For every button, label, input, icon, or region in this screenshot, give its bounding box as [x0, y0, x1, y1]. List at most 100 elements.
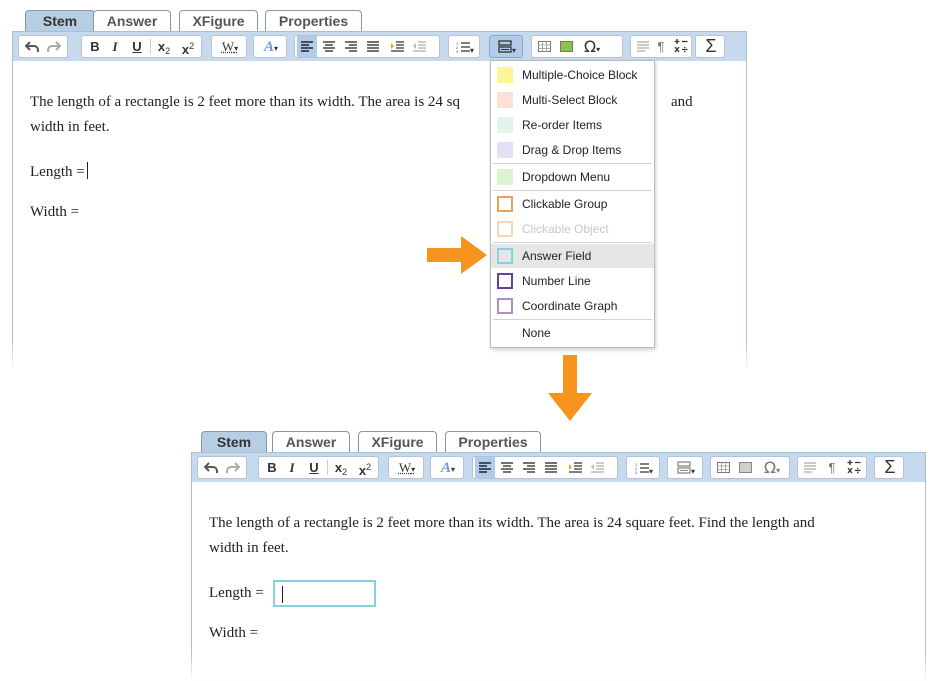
- align-left-button[interactable]: [297, 36, 317, 57]
- menu-label: Coordinate Graph: [522, 299, 618, 313]
- swatch-icon: [497, 142, 513, 158]
- outdent-icon: [412, 41, 426, 52]
- table-button[interactable]: [534, 36, 554, 57]
- math-operators-icon: [674, 39, 688, 53]
- equation-button[interactable]: Σ: [699, 36, 723, 57]
- menu-item-multiple-choice[interactable]: Multiple-Choice Block: [491, 63, 654, 87]
- font-color-dropdown[interactable]: A▾: [433, 457, 463, 478]
- menu-label: Multi-Select Block: [522, 93, 618, 107]
- menu-label: Dropdown Menu: [522, 170, 611, 184]
- numbered-list-dropdown[interactable]: 1 2 3 ▾: [451, 36, 479, 57]
- italic-button[interactable]: I: [105, 36, 125, 57]
- menu-item-clickable-group[interactable]: Clickable Group: [491, 192, 654, 216]
- menu-item-answer-field[interactable]: Answer Field: [491, 244, 654, 268]
- subscript-button[interactable]: x2: [153, 36, 175, 57]
- arrow-down-icon: [548, 355, 592, 421]
- alignment-group: [472, 456, 618, 479]
- table-button[interactable]: [713, 457, 733, 478]
- equation-group: Σ: [695, 35, 725, 58]
- superscript-button[interactable]: x2: [354, 457, 376, 478]
- interaction-block-dropdown[interactable]: ▾: [670, 457, 702, 478]
- math-operators-button[interactable]: [671, 36, 691, 57]
- pilcrow-button[interactable]: ¶: [822, 457, 842, 478]
- length-line: Length =: [30, 160, 88, 185]
- tab-xfigure[interactable]: XFigure: [358, 431, 437, 453]
- tab-xfigure[interactable]: XFigure: [179, 10, 258, 32]
- tab-stem[interactable]: Stem: [25, 10, 95, 33]
- equation-button[interactable]: Σ: [878, 457, 902, 478]
- toolbar: B I U x2 x2 W▾ A▾ 1 2 3 ▾ ▾ Ω▾ ¶ Σ: [13, 32, 746, 61]
- interaction-group: ▾: [489, 35, 523, 58]
- menu-item-clickable-object: Clickable Object: [491, 217, 654, 241]
- indent-button[interactable]: [387, 36, 407, 57]
- underline-label: U: [132, 39, 142, 54]
- stem-text-line1: The length of a rectangle is 2 feet more…: [30, 94, 461, 110]
- tab-stem[interactable]: Stem: [201, 431, 267, 454]
- underline-button[interactable]: U: [127, 36, 147, 57]
- justify-button[interactable]: [363, 36, 383, 57]
- outdent-button[interactable]: [409, 36, 429, 57]
- interaction-group: ▾: [667, 456, 703, 479]
- editor-bottom: Stem Answer XFigure Properties B I U x2 …: [191, 431, 926, 681]
- word-style-dropdown[interactable]: W▾: [392, 457, 422, 478]
- math-operators-button[interactable]: [844, 457, 864, 478]
- math-operators-icon: [847, 460, 861, 474]
- bold-button[interactable]: B: [85, 36, 105, 57]
- svg-text:3: 3: [456, 49, 459, 53]
- insert-group: Ω▾: [710, 456, 790, 479]
- tab-answer[interactable]: Answer: [93, 10, 171, 32]
- pilcrow-button[interactable]: ¶: [651, 36, 671, 57]
- paragraph-format-button[interactable]: [633, 36, 653, 57]
- sigma-icon: Σ: [884, 457, 896, 477]
- menu-divider: [493, 163, 652, 164]
- history-group: [18, 35, 68, 58]
- menu-item-reorder[interactable]: Re-order Items: [491, 113, 654, 137]
- superscript-button[interactable]: x2: [177, 36, 199, 57]
- arrow-right-icon: [427, 236, 487, 274]
- align-left-button[interactable]: [475, 457, 495, 478]
- align-center-icon: [501, 462, 513, 473]
- indent-button[interactable]: [565, 457, 585, 478]
- tab-answer[interactable]: Answer: [272, 431, 350, 453]
- menu-item-drag-drop[interactable]: Drag & Drop Items: [491, 138, 654, 162]
- underline-button[interactable]: U: [304, 457, 324, 478]
- width-line: Width =: [30, 200, 79, 225]
- align-right-button[interactable]: [341, 36, 361, 57]
- tab-properties[interactable]: Properties: [445, 431, 541, 453]
- paragraph-format-button[interactable]: [800, 457, 820, 478]
- word-style-dropdown[interactable]: W▾: [215, 36, 245, 57]
- align-right-icon: [523, 462, 535, 473]
- undo-button[interactable]: [22, 36, 42, 57]
- special-char-dropdown[interactable]: Ω▾: [578, 36, 606, 57]
- image-button[interactable]: [735, 457, 755, 478]
- font-color-dropdown[interactable]: A▾: [256, 36, 286, 57]
- align-center-button[interactable]: [497, 457, 517, 478]
- tab-properties[interactable]: Properties: [265, 10, 362, 32]
- italic-button[interactable]: I: [282, 457, 302, 478]
- interaction-block-dropdown[interactable]: ▾: [492, 36, 522, 57]
- menu-label: Answer Field: [522, 249, 592, 263]
- menu-item-dropdown-menu[interactable]: Dropdown Menu: [491, 165, 654, 189]
- menu-item-none[interactable]: None: [491, 321, 654, 345]
- special-char-dropdown[interactable]: Ω▾: [757, 457, 787, 478]
- redo-button[interactable]: [223, 457, 243, 478]
- swatch-icon: [497, 92, 513, 108]
- justify-button[interactable]: [541, 457, 561, 478]
- undo-button[interactable]: [201, 457, 221, 478]
- outdent-button[interactable]: [587, 457, 607, 478]
- answer-field-input[interactable]: [273, 580, 376, 607]
- menu-label: Clickable Group: [522, 197, 608, 211]
- image-button[interactable]: [556, 36, 576, 57]
- align-right-button[interactable]: [519, 457, 539, 478]
- menu-item-coordinate-graph[interactable]: Coordinate Graph: [491, 294, 654, 318]
- stem-content[interactable]: The length of a rectangle is 2 feet more…: [192, 483, 925, 680]
- square-outline-icon: [497, 221, 513, 237]
- redo-button[interactable]: [44, 36, 64, 57]
- align-center-button[interactable]: [319, 36, 339, 57]
- menu-item-multi-select[interactable]: Multi-Select Block: [491, 88, 654, 112]
- numbered-list-dropdown[interactable]: 1 2 3 ▾: [629, 457, 659, 478]
- subscript-button[interactable]: x2: [330, 457, 352, 478]
- align-center-icon: [323, 41, 335, 52]
- bold-button[interactable]: B: [262, 457, 282, 478]
- menu-item-number-line[interactable]: Number Line: [491, 269, 654, 293]
